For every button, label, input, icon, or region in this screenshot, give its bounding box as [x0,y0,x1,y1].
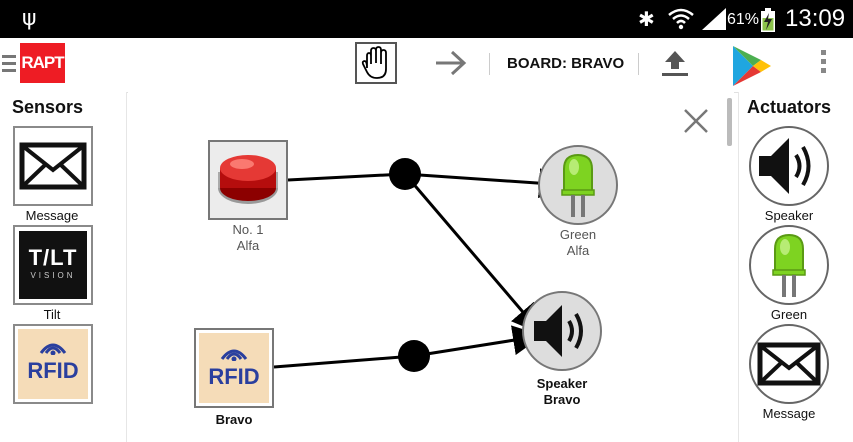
rfid-text: RFID [208,364,260,389]
node-green-alfa-label-line2: Alfa [566,243,590,258]
app-logo[interactable]: RAPT [20,43,65,83]
board-canvas[interactable]: No. 1 Alfa Green Alfa RFID Bravo Speaker… [128,92,734,442]
node-green-alfa-label-line1: Green [559,227,597,242]
play-store-icon[interactable] [729,44,773,88]
node-button-no1-label-line1: No. 1 [232,222,264,237]
app-bar: RAPT BOARD: BRAVO [0,38,853,93]
actuator-speaker-label: Speaker [764,208,814,223]
canvas-scrollbar[interactable] [727,98,732,146]
close-icon[interactable] [683,108,709,134]
sensor-tilt[interactable]: T/LT VISION [13,225,93,305]
usb-icon: ψ [22,6,37,31]
hand-icon [361,46,387,79]
envelope-icon [19,142,87,190]
rfid-icon: RFID [199,333,269,403]
actuator-message[interactable] [749,324,829,404]
rfid-wave-icon [220,349,248,362]
actuator-green[interactable] [749,225,829,305]
junction-dot [398,340,430,372]
node-rfid-bravo-label: Bravo [215,412,253,427]
battery-charging-icon [761,8,775,32]
sensor-rfid[interactable]: RFID [13,324,93,404]
clock: 13:09 [785,5,846,32]
rfid-wave-icon [39,343,67,356]
arrow-right-icon[interactable] [433,48,469,78]
sensors-panel: Sensors Message T/LT VISION Tilt RFID [0,92,127,442]
actuator-message-label: Message [762,406,816,421]
node-green-alfa[interactable] [538,145,618,225]
divider [489,53,490,75]
upload-icon[interactable] [659,48,691,78]
overflow-menu-icon[interactable] [818,50,828,77]
speaker-icon [759,138,811,194]
status-bar: ψ ✱ 61% 13:09 [0,0,853,38]
red-button-icon [210,142,286,218]
bluetooth-icon: ✱ [638,7,655,31]
board-label: BOARD: BRAVO [507,55,625,72]
node-speaker-bravo-label-line1: Speaker [536,376,588,391]
rfid-text: RFID [27,358,79,383]
junction-dot [389,158,421,190]
tilt-icon: T/LT VISION [19,231,87,299]
actuators-panel: Actuators Speaker Green Message [738,92,853,442]
node-button-no1[interactable] [208,140,288,220]
divider [638,53,639,75]
actuators-title: Actuators [747,97,832,117]
tilt-logo-subtext: VISION [30,271,76,280]
node-speaker-bravo[interactable] [522,291,602,371]
battery-percent: 61% [727,11,760,28]
hand-tool-button[interactable] [355,42,397,84]
node-button-no1-label-line2: Alfa [236,238,260,253]
node-speaker-bravo-label-line2: Bravo [543,392,581,407]
sensor-message-label: Message [25,208,79,223]
green-led-icon [561,153,595,217]
signal-icon [702,8,726,30]
actuator-green-label: Green [770,307,808,322]
node-rfid-bravo[interactable]: RFID [194,328,274,408]
speaker-icon [534,305,583,357]
rfid-icon: RFID [18,329,88,399]
wifi-icon [668,8,694,30]
green-led-icon [772,233,806,297]
sensor-tilt-label: Tilt [43,307,61,322]
actuator-speaker[interactable] [749,126,829,206]
sensors-title: Sensors [12,97,84,117]
envelope-icon [757,342,821,386]
drawer-menu-icon[interactable] [2,55,16,76]
tilt-logo-text: T/LT [28,245,78,270]
sensor-message[interactable] [13,126,93,206]
